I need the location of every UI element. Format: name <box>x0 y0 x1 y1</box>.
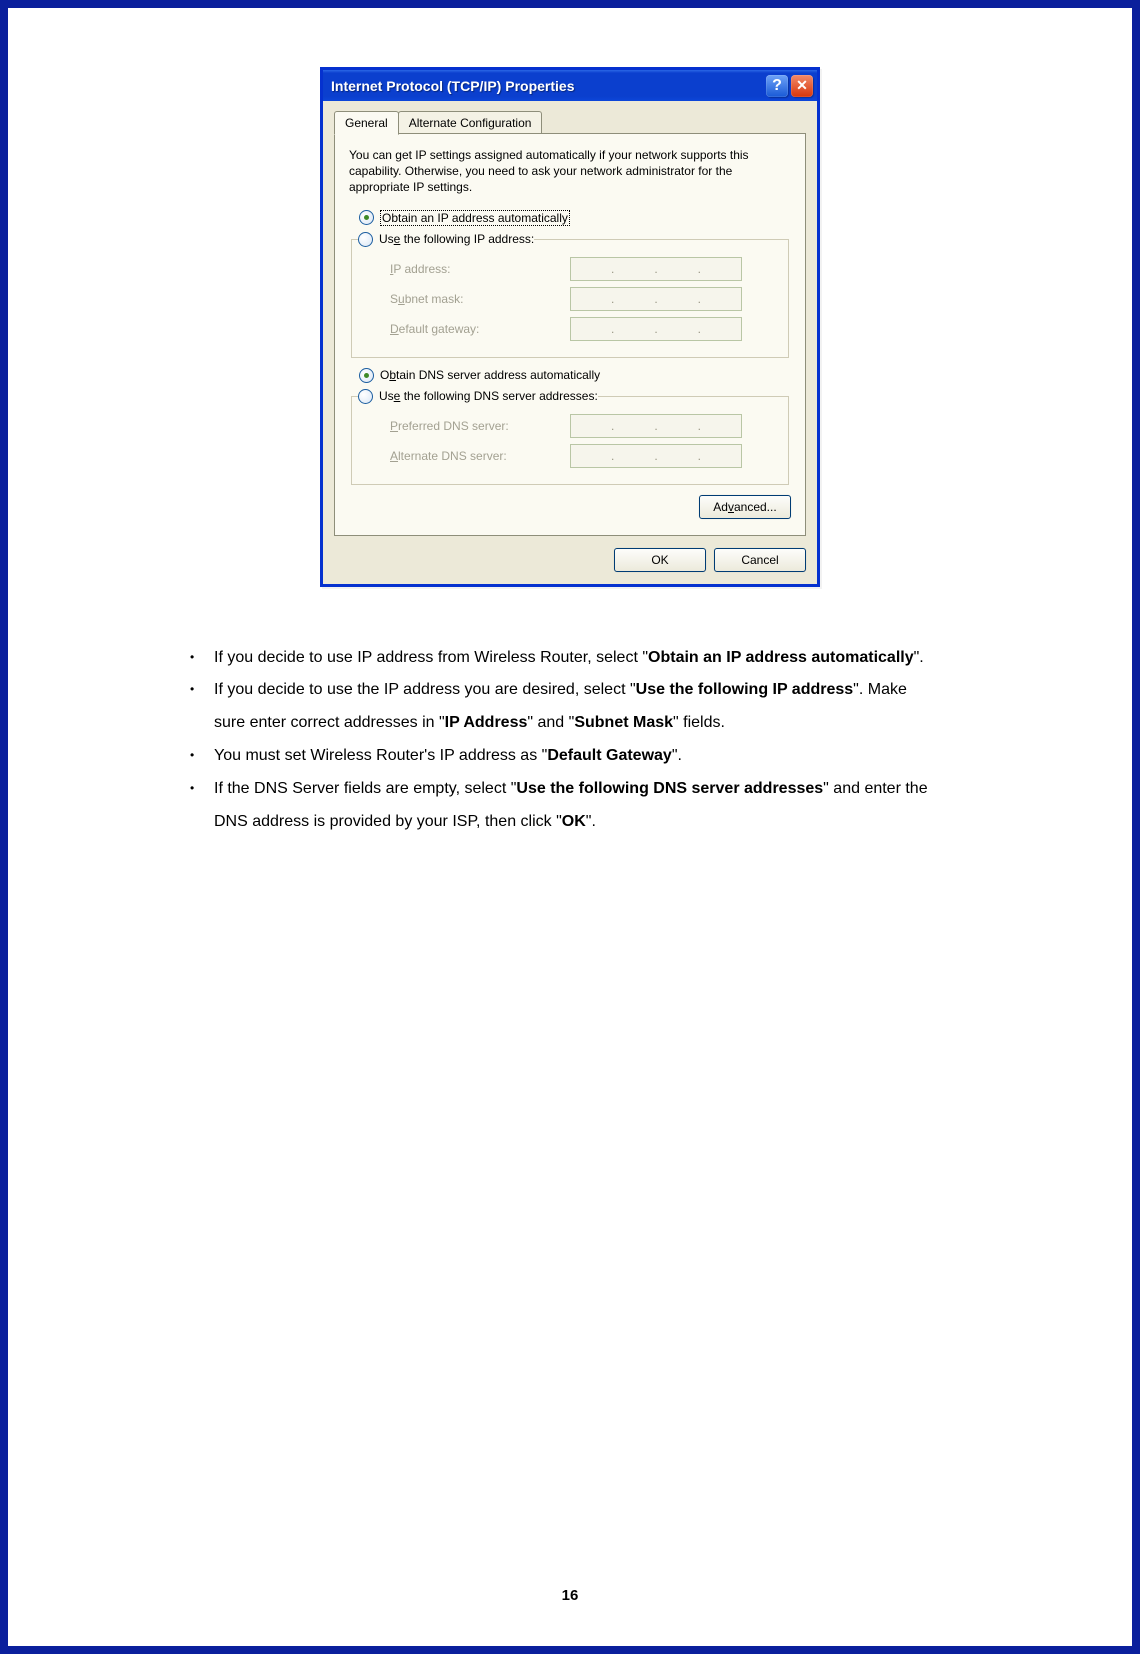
text-run: ". <box>586 813 596 830</box>
dialog-title: Internet Protocol (TCP/IP) Properties <box>331 78 766 94</box>
preferred-dns-row: Preferred DNS server: ... <box>390 414 778 438</box>
text-run: " fields. <box>673 714 725 731</box>
text-run: If you decide to use the IP address you … <box>214 681 636 698</box>
list-item: If the DNS Server fields are empty, sele… <box>182 773 938 839</box>
list-item: If you decide to use IP address from Wir… <box>182 642 938 675</box>
ip-address-label: IP address: <box>390 262 570 276</box>
list-item: You must set Wireless Router's IP addres… <box>182 740 938 773</box>
text-run: ". <box>914 649 924 666</box>
alternate-dns-row: Alternate DNS server: ... <box>390 444 778 468</box>
instruction-list: If you decide to use IP address from Wir… <box>182 642 938 839</box>
default-gateway-row: Default gateway: ... <box>390 317 778 341</box>
list-item: If you decide to use the IP address you … <box>182 674 938 740</box>
subnet-mask-row: Subnet mask: ... <box>390 287 778 311</box>
ok-button[interactable]: OK <box>614 548 706 572</box>
text-bold: Default Gateway <box>547 747 671 764</box>
dialog-body: General Alternate Configuration You can … <box>323 101 817 584</box>
tab-bar: General Alternate Configuration <box>334 111 806 134</box>
text-run: If you decide to use IP address from Wir… <box>214 649 648 666</box>
text-bold: Use the following DNS server addresses <box>516 780 823 797</box>
help-icon[interactable]: ? <box>766 75 788 97</box>
ip-address-input[interactable]: ... <box>570 257 742 281</box>
dialog-titlebar: Internet Protocol (TCP/IP) Properties ? … <box>323 67 817 101</box>
default-gateway-label: Default gateway: <box>390 322 570 336</box>
page-content: Internet Protocol (TCP/IP) Properties ? … <box>22 22 1118 1632</box>
cancel-button[interactable]: Cancel <box>714 548 806 572</box>
text-bold: OK <box>562 813 586 830</box>
close-icon[interactable]: ✕ <box>791 75 813 97</box>
radio-label: Use the following DNS server addresses: <box>379 389 598 403</box>
radio-label-text: Obtain an IP address automatically <box>382 211 568 225</box>
subnet-mask-input[interactable]: ... <box>570 287 742 311</box>
preferred-dns-label: Preferred DNS server: <box>390 419 570 433</box>
page-number: 16 <box>8 1587 1132 1604</box>
text-run: If the DNS Server fields are empty, sele… <box>214 780 516 797</box>
text-run: " and " <box>527 714 574 731</box>
ip-address-row: IP address: ... <box>390 257 778 281</box>
titlebar-buttons: ? ✕ <box>766 75 813 97</box>
manual-ip-group: Use the following IP address: IP address… <box>351 232 789 358</box>
radio-use-following-dns[interactable]: Use the following DNS server addresses: <box>358 389 598 404</box>
manual-dns-group: Use the following DNS server addresses: … <box>351 389 789 485</box>
tab-general[interactable]: General <box>334 111 399 135</box>
alternate-dns-input[interactable]: ... <box>570 444 742 468</box>
tab-pane-general: You can get IP settings assigned automat… <box>334 133 806 536</box>
radio-icon <box>359 368 374 383</box>
alternate-dns-label: Alternate DNS server: <box>390 449 570 463</box>
radio-obtain-ip-auto[interactable]: Obtain an IP address automatically <box>359 210 791 226</box>
radio-icon <box>358 232 373 247</box>
tab-alternate-configuration[interactable]: Alternate Configuration <box>398 111 543 134</box>
preferred-dns-input[interactable]: ... <box>570 414 742 438</box>
radio-icon <box>358 389 373 404</box>
radio-label: Use the following IP address: <box>379 232 534 246</box>
text-bold: Subnet Mask <box>574 714 673 731</box>
radio-use-following-ip[interactable]: Use the following IP address: <box>358 232 534 247</box>
radio-icon <box>359 210 374 225</box>
advanced-row: Advanced... <box>349 495 791 519</box>
dialog-footer: OK Cancel <box>334 548 806 572</box>
radio-obtain-dns-auto[interactable]: Obtain DNS server address automatically <box>359 368 791 383</box>
text-bold: IP Address <box>445 714 528 731</box>
text-bold: Obtain an IP address automatically <box>648 649 914 666</box>
description-text: You can get IP settings assigned automat… <box>349 147 791 196</box>
document-page: Internet Protocol (TCP/IP) Properties ? … <box>0 0 1140 1654</box>
subnet-mask-label: Subnet mask: <box>390 292 570 306</box>
radio-label: Obtain DNS server address automatically <box>380 368 600 382</box>
tcpip-properties-dialog: Internet Protocol (TCP/IP) Properties ? … <box>320 67 820 587</box>
default-gateway-input[interactable]: ... <box>570 317 742 341</box>
text-bold: Use the following IP address <box>636 681 854 698</box>
radio-label: Obtain an IP address automatically <box>380 210 570 226</box>
advanced-button[interactable]: Advanced... <box>699 495 791 519</box>
text-run: ". <box>672 747 682 764</box>
text-run: You must set Wireless Router's IP addres… <box>214 747 547 764</box>
